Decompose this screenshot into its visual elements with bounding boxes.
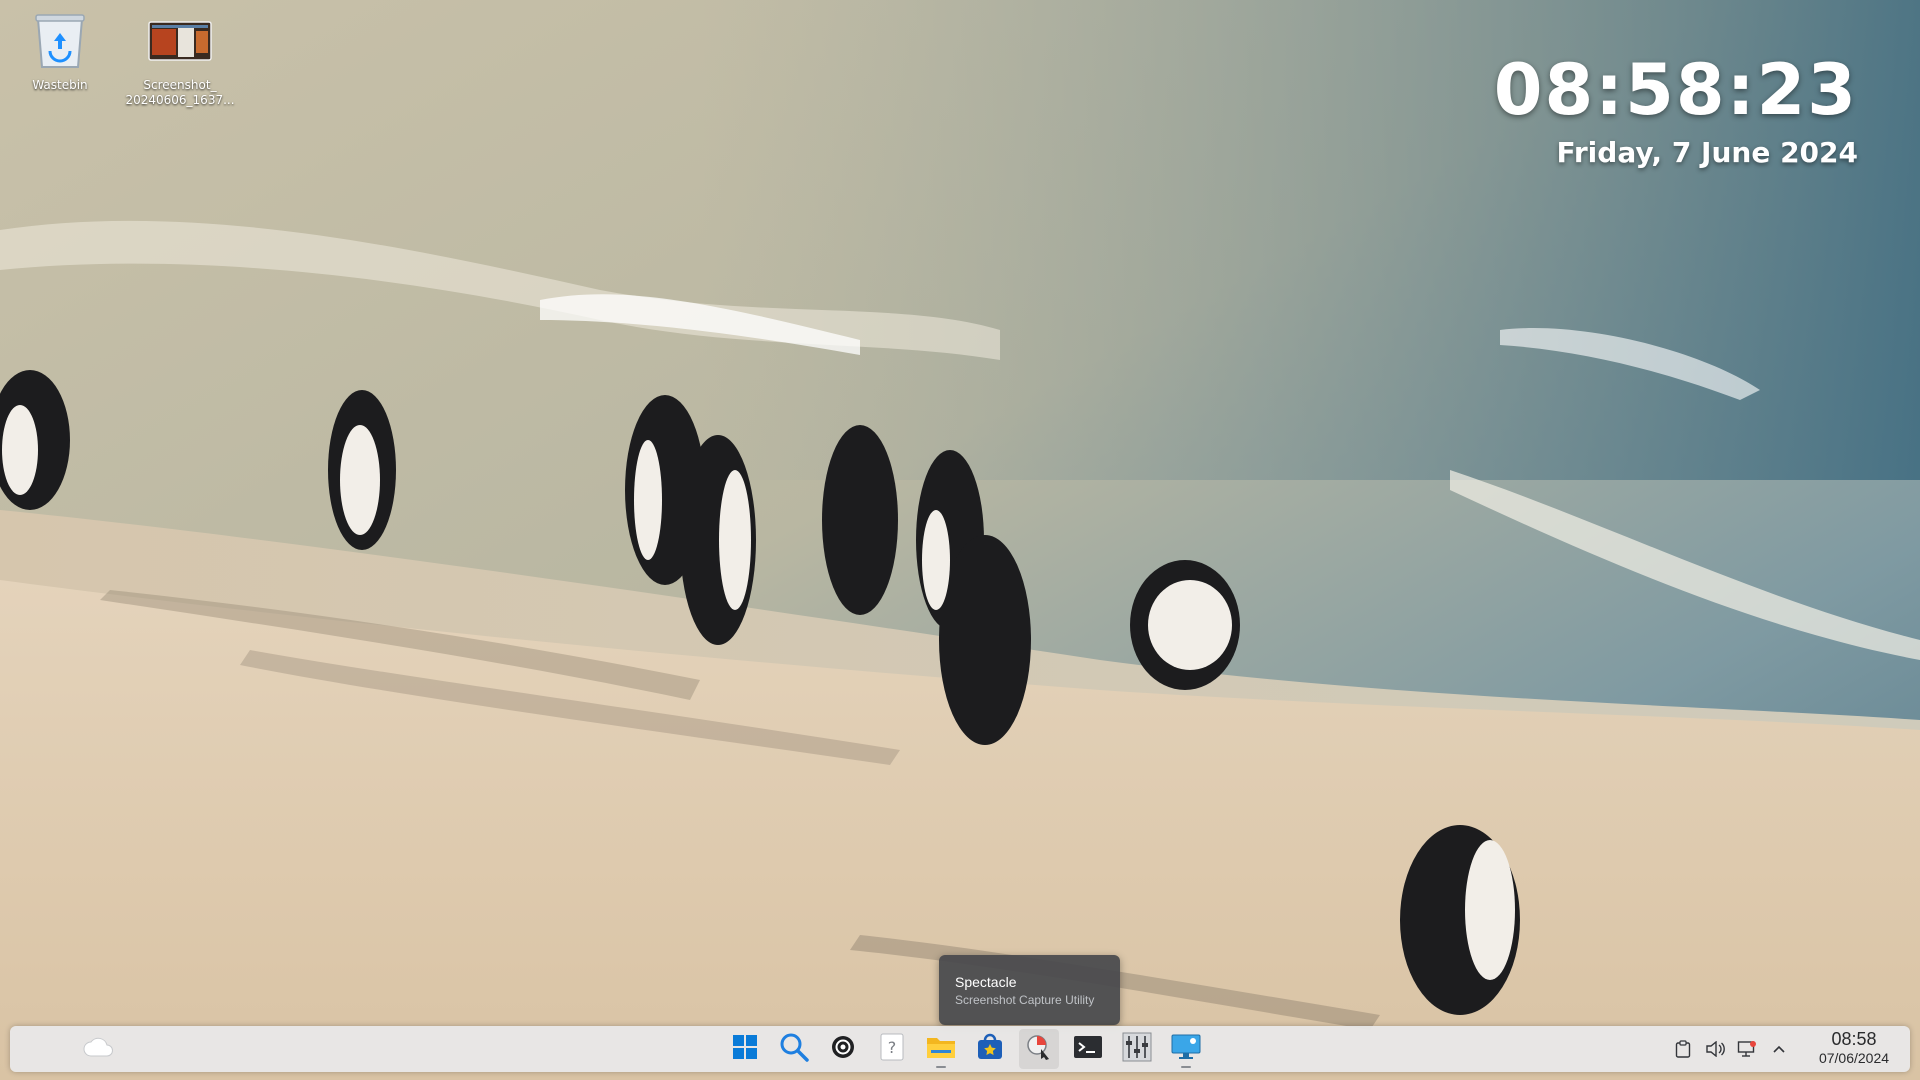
- desktop-icon-screenshot[interactable]: Screenshot_ 20240606_1637...: [125, 8, 235, 108]
- windows-start-icon: [732, 1034, 758, 1065]
- remote-desktop-icon: [1171, 1033, 1201, 1066]
- clock-date: Friday, 7 June 2024: [1556, 136, 1858, 169]
- taskbar-app-discover[interactable]: [970, 1029, 1010, 1069]
- taskbar-clock[interactable]: 08:58 07/06/2024: [1800, 1029, 1908, 1068]
- volume-icon[interactable]: [1704, 1038, 1726, 1060]
- wastebin-icon: [27, 8, 93, 74]
- openai-icon: [830, 1034, 856, 1065]
- spectacle-icon: [1025, 1033, 1053, 1066]
- taskbar-app-search[interactable]: [774, 1029, 814, 1069]
- taskbar-app-chatgpt[interactable]: [823, 1029, 863, 1069]
- taskbar-app-terminal[interactable]: [1068, 1029, 1108, 1069]
- taskbar-app-spectacle[interactable]: [1019, 1029, 1059, 1069]
- tooltip-title: Spectacle: [955, 974, 1017, 990]
- desktop-icon-label: Wastebin: [32, 78, 88, 92]
- folder-icon: [926, 1034, 956, 1065]
- taskbar: ? 08:58 07/06/2024: [10, 1026, 1910, 1072]
- desktop-icon-label: Screenshot_ 20240606_1637...: [125, 78, 235, 107]
- system-monitor-icon: [1122, 1032, 1152, 1067]
- taskbar-app-list: ?: [725, 1029, 1206, 1069]
- terminal-icon: [1073, 1035, 1103, 1064]
- store-bag-icon: [976, 1033, 1004, 1066]
- tooltip-subtitle: Screenshot Capture Utility: [955, 993, 1095, 1007]
- taskbar-app-remote-desktop[interactable]: [1166, 1029, 1206, 1069]
- search-icon: [779, 1032, 809, 1067]
- cloud-icon: [83, 1037, 113, 1062]
- help-icon: ?: [880, 1033, 904, 1066]
- taskbar-clock-time: 08:58: [1831, 1029, 1877, 1049]
- network-icon[interactable]: [1736, 1038, 1758, 1060]
- weather-widget[interactable]: [74, 1032, 122, 1066]
- taskbar-app-file-manager[interactable]: [921, 1029, 961, 1069]
- taskbar-app-system-monitor[interactable]: [1117, 1029, 1157, 1069]
- desktop-icon-wastebin[interactable]: Wastebin: [8, 8, 112, 93]
- expand-up-icon[interactable]: [1768, 1038, 1790, 1060]
- clipboard-icon[interactable]: [1672, 1038, 1694, 1060]
- digital-clock-widget: 08:58:23 Friday, 7 June 2024: [1494, 48, 1858, 172]
- image-file-icon: [147, 8, 213, 74]
- clock-time: 08:58:23: [1493, 49, 1858, 131]
- taskbar-tooltip: Spectacle Screenshot Capture Utility: [939, 955, 1120, 1025]
- taskbar-clock-date: 07/06/2024: [1818, 1050, 1890, 1066]
- taskbar-app-launcher[interactable]: [725, 1029, 765, 1069]
- system-tray: [1672, 1032, 1790, 1066]
- svg-text:?: ?: [888, 1038, 897, 1057]
- taskbar-app-help[interactable]: ?: [872, 1029, 912, 1069]
